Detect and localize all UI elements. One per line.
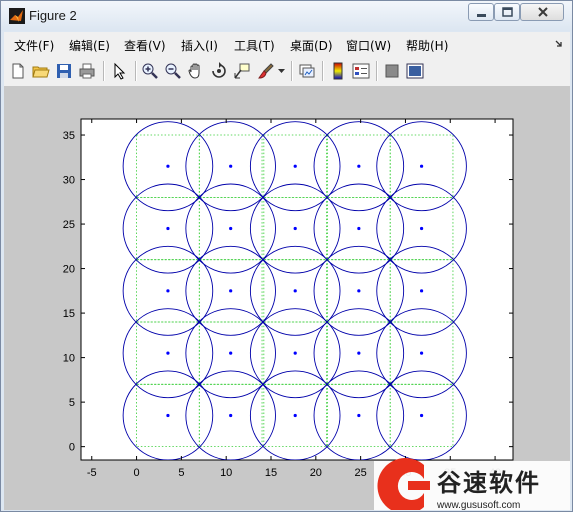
y-tick-label: 20 — [63, 264, 75, 276]
toolbar-separator — [103, 61, 105, 81]
minimize-button[interactable] — [468, 3, 494, 21]
center-point — [357, 351, 361, 355]
center-point — [293, 351, 297, 355]
y-tick-label: 30 — [63, 175, 75, 187]
center-point — [166, 289, 170, 293]
zoom-in-icon[interactable] — [141, 62, 159, 80]
toolbar-separator — [322, 61, 324, 81]
maximize-button[interactable] — [494, 3, 520, 21]
figure-window: Figure 2 文件(F) 编辑(E) 查看(V) 插入(I) 工具(T) 桌… — [0, 0, 573, 512]
hide-plot-tools-icon[interactable] — [383, 62, 401, 80]
watermark-brand: 谷速软件 — [437, 469, 541, 497]
center-point — [293, 413, 297, 418]
x-tick-label: 0 — [134, 467, 140, 479]
center-point — [229, 351, 233, 355]
toolbar-separator — [291, 61, 293, 81]
figure-toolbar — [4, 56, 570, 87]
center-point — [293, 164, 297, 168]
y-tick-label: 5 — [69, 397, 75, 409]
y-tick-label: 10 — [63, 353, 75, 365]
center-point — [419, 226, 424, 231]
menu-bar: 文件(F) 编辑(E) 查看(V) 插入(I) 工具(T) 桌面(D) 窗口(W… — [4, 32, 570, 56]
insert-colorbar-icon[interactable] — [329, 62, 347, 80]
menu-help[interactable]: 帮助(H) — [406, 37, 448, 54]
plot-svg: -50510152025303540 05101520253035 谷速软件 w… — [63, 118, 570, 510]
center-point — [357, 413, 361, 418]
x-tick-label: -5 — [87, 467, 97, 479]
x-tick-label: 5 — [178, 467, 184, 479]
menu-dock-arrow-icon[interactable] — [555, 40, 563, 48]
window-title: Figure 2 — [29, 8, 77, 23]
center-point — [166, 164, 170, 168]
menu-edit[interactable]: 编辑(E) — [69, 37, 110, 54]
y-tick-label: 25 — [63, 219, 75, 231]
center-point — [419, 289, 424, 293]
menu-file[interactable]: 文件(F) — [14, 37, 54, 54]
axes-background — [80, 118, 514, 461]
center-point — [229, 226, 233, 231]
center-point — [357, 164, 361, 168]
menu-tools[interactable]: 工具(T) — [234, 37, 275, 54]
title-bar: Figure 2 — [1, 1, 572, 31]
center-point — [419, 351, 424, 355]
y-tick-label: 15 — [63, 308, 75, 320]
watermark: 谷速软件 www.gususoft.com — [374, 458, 570, 510]
open-file-icon[interactable] — [32, 62, 50, 80]
brush-icon[interactable] — [257, 62, 275, 80]
center-point — [229, 289, 233, 293]
show-plot-tools-icon[interactable] — [406, 62, 424, 80]
center-point — [166, 226, 170, 231]
menu-view[interactable]: 查看(V) — [124, 37, 166, 54]
center-point — [229, 413, 233, 418]
new-figure-icon[interactable] — [9, 62, 27, 80]
matlab-logo-icon — [9, 8, 25, 24]
watermark-url: www.gususoft.com — [436, 500, 520, 510]
x-tick-label: 25 — [355, 467, 367, 479]
menu-insert[interactable]: 插入(I) — [181, 37, 218, 54]
data-cursor-icon[interactable] — [233, 62, 251, 80]
center-point — [166, 413, 170, 418]
print-icon[interactable] — [78, 62, 96, 80]
menu-window[interactable]: 窗口(W) — [346, 37, 391, 54]
pan-hand-icon[interactable] — [187, 62, 205, 80]
brush-dropdown-icon[interactable] — [278, 69, 285, 74]
toolbar-separator — [376, 61, 378, 81]
center-point — [293, 226, 297, 231]
save-icon[interactable] — [55, 62, 73, 80]
y-tick-label: 0 — [69, 442, 75, 454]
y-tick-label: 35 — [63, 130, 75, 142]
toolbar-separator — [135, 61, 137, 81]
center-point — [166, 351, 170, 355]
link-plot-icon[interactable] — [298, 62, 316, 80]
insert-legend-icon[interactable] — [352, 62, 370, 80]
center-point — [357, 289, 361, 293]
x-tick-label: 10 — [220, 467, 232, 479]
figure-canvas: -50510152025303540 05101520253035 谷速软件 w… — [4, 87, 570, 510]
center-point — [419, 413, 424, 418]
rotate-3d-icon[interactable] — [210, 62, 228, 80]
menu-desktop[interactable]: 桌面(D) — [290, 37, 333, 54]
center-point — [419, 164, 424, 168]
zoom-out-icon[interactable] — [164, 62, 182, 80]
center-point — [293, 289, 297, 293]
edit-plot-arrow-icon[interactable] — [110, 62, 128, 80]
close-button[interactable] — [520, 3, 564, 21]
center-point — [229, 164, 233, 168]
x-tick-label: 15 — [265, 467, 277, 479]
center-point — [357, 226, 361, 231]
x-tick-label: 20 — [310, 467, 322, 479]
